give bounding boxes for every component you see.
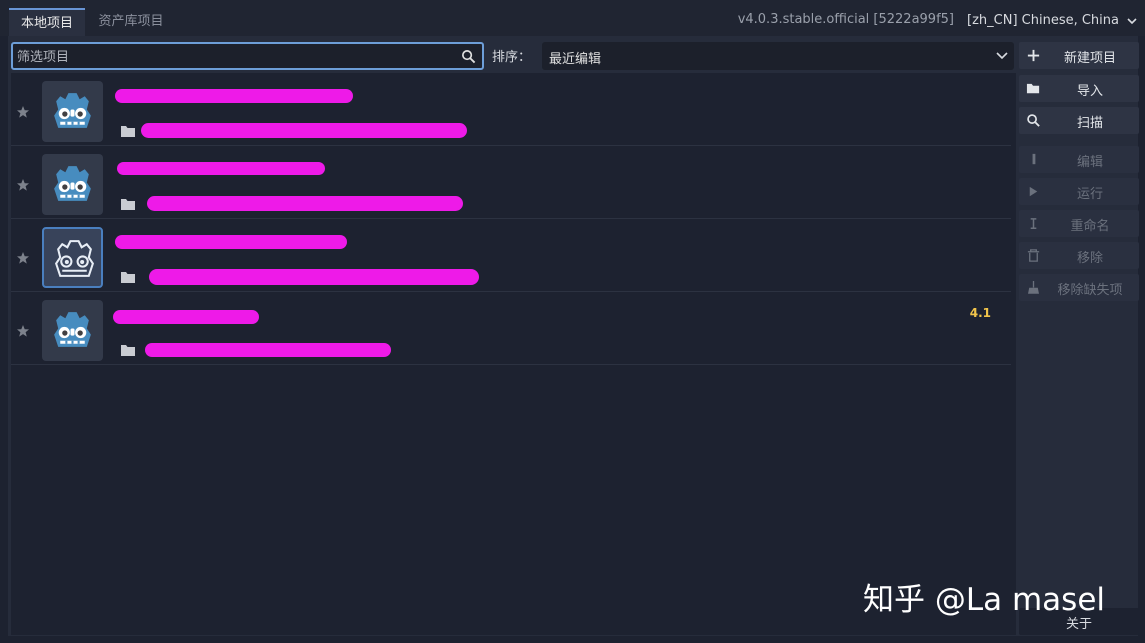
trash-icon [1027, 249, 1040, 262]
redacted-project-path [147, 196, 463, 211]
project-list[interactable]: 4.1 [11, 73, 1016, 635]
redacted-project-path [141, 123, 467, 138]
chevron-down-icon [996, 52, 1008, 60]
godot-icon [42, 300, 103, 361]
sort-label: 排序： [492, 50, 532, 65]
watermark: 知乎 @La masel [863, 582, 1106, 618]
language-select[interactable]: [zh_CN] Chinese, China [967, 8, 1137, 34]
folder-open-icon [1026, 83, 1040, 94]
remove-missing-button[interactable]: 移除缺失项 [1019, 274, 1139, 301]
broom-icon [1028, 280, 1039, 294]
redacted-project-path [145, 343, 391, 357]
search-icon [1027, 114, 1040, 127]
project-row[interactable] [11, 146, 1011, 219]
language-value: [zh_CN] Chinese, China [967, 13, 1119, 28]
folder-icon [121, 199, 135, 210]
chevron-down-icon [1127, 18, 1137, 25]
edit-button[interactable]: 编辑 [1019, 146, 1139, 173]
text-cursor-icon [1030, 218, 1037, 229]
tab-local-projects[interactable]: 本地项目 [9, 8, 85, 36]
new-project-button[interactable]: 新建项目 [1019, 42, 1139, 69]
folder-icon [121, 345, 135, 356]
sort-select[interactable]: 最近编辑 [542, 42, 1014, 70]
top-bar: 本地项目 资产库项目 v4.0.3.stable.official [5222a… [0, 0, 1145, 36]
pencil-icon [1032, 153, 1036, 165]
folder-icon [121, 126, 135, 137]
star-icon[interactable] [16, 105, 30, 119]
project-row[interactable]: 4.1 [11, 292, 1011, 365]
redacted-project-name [113, 310, 259, 324]
remove-button[interactable]: 移除 [1019, 242, 1139, 269]
star-icon[interactable] [16, 324, 30, 338]
redacted-project-name [115, 89, 353, 103]
godot-icon [42, 227, 103, 288]
plus-icon [1027, 49, 1040, 62]
run-button[interactable]: 运行 [1019, 178, 1139, 205]
search-icon [462, 50, 476, 64]
folder-icon [121, 272, 135, 283]
version-label: v4.0.3.stable.official [5222a99f5] [737, 12, 954, 27]
filter-box[interactable] [11, 42, 484, 70]
import-button[interactable]: 导入 [1019, 75, 1139, 102]
star-icon[interactable] [16, 178, 30, 192]
godot-icon [42, 154, 103, 215]
filter-input[interactable] [17, 47, 457, 67]
godot-icon [42, 81, 103, 142]
star-icon[interactable] [16, 251, 30, 265]
project-row[interactable] [11, 73, 1011, 146]
redacted-project-name [115, 235, 347, 249]
sort-value: 最近编辑 [549, 52, 602, 67]
project-row[interactable] [11, 219, 1011, 292]
tab-asset-library-projects[interactable]: 资产库项目 [88, 8, 174, 36]
rename-button[interactable]: 重命名 [1019, 210, 1139, 237]
redacted-project-path [149, 269, 479, 285]
play-icon [1029, 186, 1038, 197]
scan-button[interactable]: 扫描 [1019, 107, 1139, 134]
redacted-project-name [117, 162, 325, 175]
version-badge: 4.1 [969, 306, 991, 320]
